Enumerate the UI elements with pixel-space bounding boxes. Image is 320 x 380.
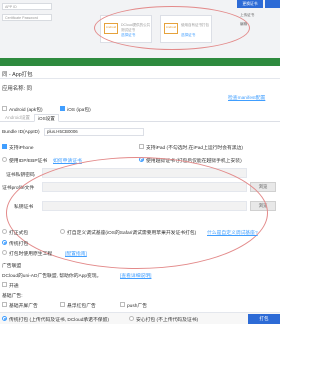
basic-ads-label: 基础广告:: [2, 294, 23, 299]
custom-debug-link[interactable]: 什么是自定义调试基座?: [207, 229, 258, 236]
safe-pack-radio[interactable]: [129, 316, 134, 321]
formal-build-radio[interactable]: [2, 229, 7, 234]
config-guide-link[interactable]: [配置指南]: [65, 250, 87, 257]
app-name-label: 应用名称: 同: [2, 86, 32, 92]
appid-input[interactable]: APP ID: [2, 3, 52, 10]
certificate-panel: APP ID Certificate Password Android DClo…: [0, 0, 280, 58]
ad-push-checkbox[interactable]: [120, 302, 125, 307]
ipad-checkbox[interactable]: [139, 144, 144, 149]
android-checkbox[interactable]: [2, 106, 7, 111]
upload-cert-link[interactable]: 上传证书: [240, 13, 254, 18]
iphone-label: 支持iPhone: [9, 146, 34, 151]
custom-debug-label: 打自定义调试基座(iOS的Safari调试需要用苹果开发证书打包): [67, 231, 197, 236]
native-project-label: 打包时使用原生工程: [9, 252, 53, 257]
bundle-id-input[interactable]: plus.H5CB0006: [44, 128, 144, 136]
ads-enable-label: 开通: [9, 284, 19, 289]
android-label: Android (apk包): [9, 108, 43, 113]
ad-splash-checkbox[interactable]: [2, 302, 7, 307]
cloud-pack-label: 传统打包 (上传代码及证书, DCloud承诺不保留): [9, 318, 109, 323]
pack-button[interactable]: 打包: [248, 314, 280, 324]
settings-tabs: Android设置 iOS设置: [0, 114, 280, 122]
traditional-pack-radio[interactable]: [2, 240, 7, 245]
cloud-pack-radio[interactable]: [2, 316, 7, 321]
ad-redpacket-checkbox[interactable]: [60, 302, 65, 307]
ads-title: 广告联盟: [2, 264, 22, 269]
iphone-checkbox[interactable]: [2, 144, 7, 149]
safe-pack-label: 安心打包 (不上传代码及证书): [136, 318, 199, 323]
manifest-link[interactable]: 检查manifest配置: [228, 94, 265, 101]
bundle-id-label: Bundle ID(AppID): [2, 130, 40, 135]
ipad-label: 支持iPad (不勾选时,在iPad上运行时会有黑边): [146, 146, 244, 151]
green-divider: [0, 58, 280, 66]
pack-dialog: 同 - App打包 应用名称: 同 检查manifest配置 Android (…: [0, 66, 280, 380]
annotation-oval-top: [94, 6, 250, 50]
ads-detail-link[interactable]: [查看详细说明]: [120, 272, 151, 279]
cert-password-input[interactable]: Certificate Password: [2, 14, 52, 21]
dialog-title: 同 - App打包: [2, 72, 33, 78]
ios-checkbox[interactable]: [60, 106, 65, 111]
tab-android-settings[interactable]: Android设置: [2, 114, 33, 122]
ios-label: iOS (ipa包): [67, 108, 91, 113]
secondary-button[interactable]: [265, 0, 280, 8]
ads-enable-checkbox[interactable]: [2, 282, 7, 287]
custom-debug-radio[interactable]: [60, 229, 65, 234]
traditional-pack-label: 传统打包: [9, 242, 29, 247]
own-cert-radio[interactable]: [2, 157, 7, 162]
title-rule: [0, 78, 280, 79]
primary-button[interactable]: 更换证书: [237, 0, 263, 8]
own-cert-label: 使用IDP/EBP证书: [9, 159, 48, 164]
private-key-label: 证书私钥密码: [6, 173, 35, 178]
tab-ios-settings[interactable]: iOS设置: [34, 114, 59, 122]
native-project-radio[interactable]: [2, 250, 7, 255]
ads-desc: DCloud的uni-AD广告联盟, 帮助你的App变现。: [2, 274, 102, 279]
ad-splash-label: 基础开屏广告: [9, 304, 38, 309]
formal-build-label: 打正式包: [9, 231, 29, 236]
ad-push-label: push广告: [127, 304, 147, 309]
ad-redpacket-label: 悬浮红包广告: [67, 304, 96, 309]
